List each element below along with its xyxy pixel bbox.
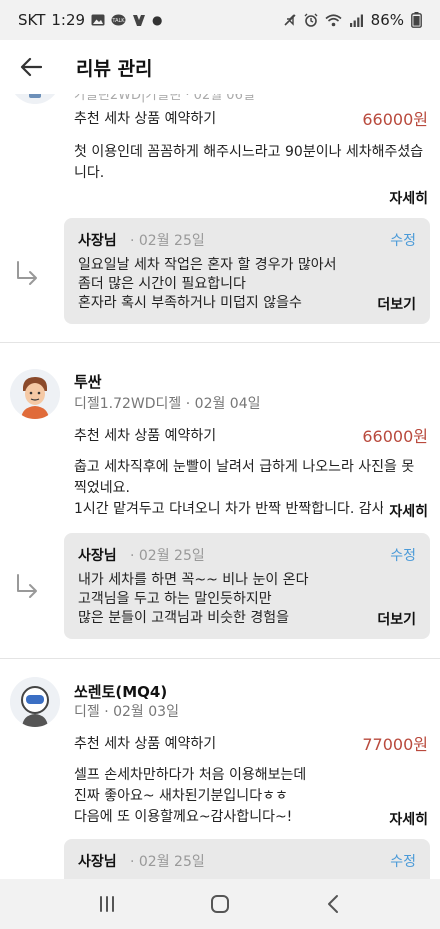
avatar: [10, 94, 60, 104]
detail-button[interactable]: 자세히: [383, 188, 428, 208]
price: 77000원: [362, 735, 428, 754]
signal-icon: [349, 14, 363, 27]
navigation-bar: [0, 879, 440, 929]
avatar: [10, 369, 60, 419]
page-title: 리뷰 관리: [76, 57, 153, 80]
review-text: 첫 이용인데 꼼꼼하게 해주시느라고 90분이나 세차해주셨습니다.: [74, 144, 424, 181]
status-left: SKT 1:29 TALK ●: [18, 11, 163, 29]
home-icon: [210, 895, 229, 913]
reply-text: 내가 세차를 하면 꼭~~ 비나 눈이 온다 고객님을 두고 하는 말인듯하지만…: [78, 572, 309, 626]
product-name: 추천 세차 상품 예약하기: [74, 736, 217, 752]
product-name: 추천 세차 상품 예약하기: [74, 111, 217, 127]
review-list-inner: 가솔린2WD|가솔린 · 02월 06일 추천 세차 상품 예약하기 66000…: [0, 94, 440, 879]
review-list[interactable]: 가솔린2WD|가솔린 · 02월 06일 추천 세차 상품 예약하기 66000…: [0, 94, 440, 879]
recent-apps-icon: [99, 896, 114, 912]
carrier-label: SKT: [18, 11, 46, 29]
user-meta: 디젤 · 02월 03일: [74, 704, 179, 720]
svg-text:TALK: TALK: [111, 18, 125, 24]
review-item: 쏘렌토(MQ4) 디젤 · 02월 03일 추천 세차 상품 예약하기 7700…: [0, 659, 440, 879]
avatar: [10, 677, 60, 727]
status-right: 86%: [283, 11, 422, 29]
reply-date: · 02월 25일: [130, 548, 205, 564]
price: 66000원: [362, 427, 428, 446]
reply-edit-button[interactable]: 수정: [390, 545, 416, 565]
back-button[interactable]: [0, 40, 62, 94]
home-button[interactable]: [190, 882, 250, 926]
user-name: 쏘렌토(MQ4): [74, 683, 168, 701]
recent-apps-button[interactable]: [77, 882, 137, 926]
reply-date: · 02월 25일: [130, 854, 205, 870]
back-arrow-icon: [20, 57, 42, 77]
reply-more-button[interactable]: 더보기: [377, 609, 416, 629]
review-text: 춥고 세차직후에 눈빨이 날려서 급하게 나오느라 사진을 못찍었네요. 1시간…: [74, 459, 423, 517]
mute-icon: [284, 14, 296, 26]
product-name: 추천 세차 상품 예약하기: [74, 428, 217, 444]
review-item: 투싼 디젤1.72WD디젤 · 02월 04일 추천 세차 상품 예약하기 66…: [0, 349, 440, 659]
avatar-icon: [10, 677, 60, 727]
app-icon: [133, 14, 146, 26]
wifi-icon: [325, 13, 342, 26]
alarm-icon: [304, 13, 318, 27]
reply-box: 사장님 · 02월 25일 수정: [64, 839, 430, 879]
user-meta: 가솔린2WD|가솔린 · 02월 06일: [74, 94, 255, 103]
price: 66000원: [362, 110, 428, 129]
app-header: 리뷰 관리: [0, 40, 440, 94]
reply-box: 사장님 · 02월 25일 수정 일요일날 세차 작업은 혼자 할 경우가 많아…: [64, 218, 430, 324]
back-icon: [328, 895, 339, 913]
status-bar: SKT 1:29 TALK ● 86%: [0, 0, 440, 40]
reply-arrow-icon: [17, 574, 37, 598]
dot-icon: ●: [152, 13, 163, 27]
user-meta: 디젤1.72WD디젤 · 02월 04일: [74, 396, 261, 412]
avatar-icon: [15, 94, 55, 104]
reply-more-button[interactable]: 더보기: [377, 294, 416, 314]
battery-level: 86%: [370, 11, 404, 29]
reply-author: 사장님: [78, 548, 117, 564]
gallery-icon: [91, 14, 105, 26]
reply-arrow-icon: [17, 261, 37, 285]
nav-back-button[interactable]: [303, 882, 363, 926]
avatar-icon: [10, 369, 60, 419]
detail-button[interactable]: 자세히: [383, 809, 428, 829]
review-item: 가솔린2WD|가솔린 · 02월 06일 추천 세차 상품 예약하기 66000…: [0, 94, 440, 343]
reply-text: 일요일날 세차 작업은 혼자 할 경우가 많아서 좀더 많은 시간이 필요합니다…: [78, 257, 337, 311]
reply-box: 사장님 · 02월 25일 수정 내가 세차를 하면 꼭~~ 비나 눈이 온다 …: [64, 533, 430, 639]
user-name: 투싼: [74, 373, 102, 391]
battery-icon: [411, 12, 422, 28]
talk-icon: TALK: [111, 14, 126, 25]
reply-edit-button[interactable]: 수정: [390, 230, 416, 250]
review-text: 셀프 손세차만하다가 처음 이용해보는데 진짜 좋아요~ 새차된기분입니다ㅎㅎ …: [74, 767, 307, 825]
detail-button[interactable]: 자세히: [383, 501, 428, 521]
reply-author: 사장님: [78, 233, 117, 249]
reply-date: · 02월 25일: [130, 233, 205, 249]
reply-author: 사장님: [78, 854, 117, 870]
clock: 1:29: [51, 11, 86, 29]
reply-edit-button[interactable]: 수정: [390, 851, 416, 871]
